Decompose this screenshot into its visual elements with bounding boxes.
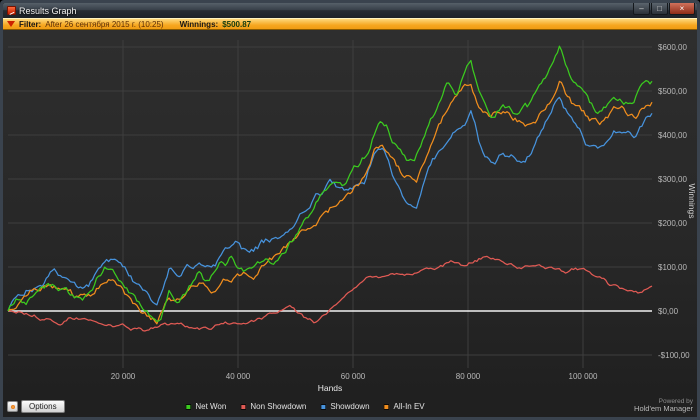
legend-swatch — [185, 403, 192, 410]
legend-label: Net Won — [195, 402, 227, 411]
svg-text:Winnings: Winnings — [687, 184, 697, 219]
filter-value: After 26 сентября 2015 г. (10:25) — [45, 19, 164, 29]
legend: Net Won Non Showdown Showdown All-In EV — [185, 402, 425, 411]
svg-text:$300,00: $300,00 — [658, 175, 687, 184]
filter-label: Filter: — [19, 19, 42, 29]
svg-text:$200,00: $200,00 — [658, 219, 687, 228]
app-icon — [7, 6, 16, 15]
svg-text:$500,00: $500,00 — [658, 87, 687, 96]
svg-text:$600,00: $600,00 — [658, 43, 687, 52]
legend-swatch — [383, 403, 390, 410]
winnings-label: Winnings: — [179, 19, 219, 29]
svg-text:100 000: 100 000 — [569, 372, 598, 381]
filter-bar: Filter: After 26 сентября 2015 г. (10:25… — [3, 18, 697, 30]
window-title: Results Graph — [19, 5, 77, 16]
legend-item: All-In EV — [383, 402, 425, 411]
winnings-value: $500.87 — [222, 19, 252, 29]
filter-icon — [7, 21, 15, 27]
options-icon[interactable] — [7, 401, 18, 412]
chart-area: 20 000 40 000 60 000 80 000 100 000 $600,00 $5… — [3, 30, 697, 397]
results-chart: 20 000 40 000 60 000 80 000 100 000 $600,00 $5… — [7, 40, 697, 393]
minimize-button[interactable]: – — [633, 3, 650, 15]
legend-label: Non Showdown — [250, 402, 307, 411]
svg-text:$0,00: $0,00 — [658, 307, 679, 316]
svg-text:20 000: 20 000 — [111, 372, 136, 381]
options-button[interactable]: Options — [21, 400, 65, 413]
svg-text:Hands: Hands — [318, 383, 343, 393]
app-name: Hold'em Manager — [634, 404, 693, 414]
legend-swatch — [320, 403, 327, 410]
svg-text:$400,00: $400,00 — [658, 131, 687, 140]
results-graph-window: Results Graph – □ × Filter: After 26 сен… — [0, 0, 700, 420]
window-controls: – □ × — [633, 3, 695, 15]
legend-label: All-In EV — [393, 402, 425, 411]
legend-label: Showdown — [330, 402, 370, 411]
svg-text:80 000: 80 000 — [456, 372, 481, 381]
bottom-bar: Options Net Won Non Showdown Showdown All-I… — [3, 397, 697, 417]
legend-item: Non Showdown — [240, 402, 306, 411]
svg-text:60 000: 60 000 — [341, 372, 366, 381]
maximize-button[interactable]: □ — [651, 3, 668, 15]
svg-text:40 000: 40 000 — [226, 372, 251, 381]
legend-swatch — [240, 403, 247, 410]
close-button[interactable]: × — [669, 3, 695, 15]
svg-text:-$100,00: -$100,00 — [658, 351, 690, 360]
titlebar[interactable]: Results Graph – □ × — [3, 3, 697, 18]
legend-item: Net Won — [185, 402, 226, 411]
svg-text:$100,00: $100,00 — [658, 263, 687, 272]
options-area: Options — [7, 400, 65, 413]
legend-item: Showdown — [320, 402, 370, 411]
powered-by: Powered by Hold'em Manager — [634, 398, 693, 414]
